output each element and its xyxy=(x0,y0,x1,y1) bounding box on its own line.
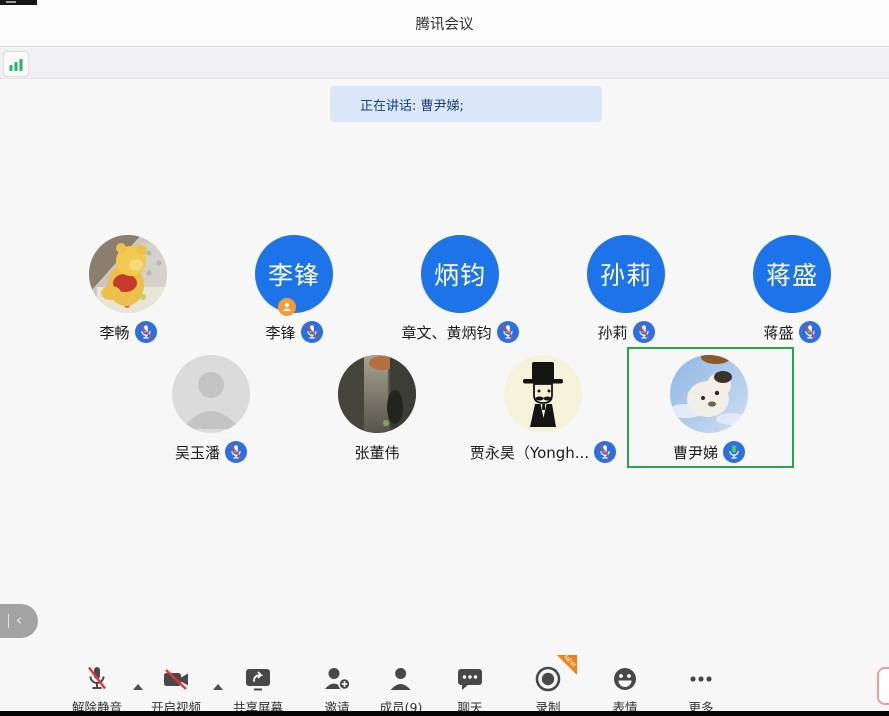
toolbar-unmute-button[interactable]: 解除静音 xyxy=(72,664,122,716)
avatar-initials-text: 炳钧 xyxy=(434,256,486,292)
mic-muted-icon xyxy=(82,664,112,694)
toolbar-invite-button[interactable]: 邀请 xyxy=(322,664,352,716)
toolbar-members-button[interactable]: 成员(9) xyxy=(380,664,423,716)
avatar-photo-pooh xyxy=(89,235,167,313)
toolbar-chat-button[interactable]: 聊天 xyxy=(455,664,485,716)
tencent-meeting-window: 腾讯会议 正在讲话: 曹尹娣; xyxy=(0,0,889,716)
status-bar xyxy=(0,48,889,79)
participant-tile-lichang[interactable]: 李畅 xyxy=(45,235,211,344)
participant-tile-zhangwen-huangbingjun[interactable]: 炳钧 章文、黄炳钧 xyxy=(377,235,543,344)
participant-tile-jiayonghao[interactable]: 贾永昊（Yongh... xyxy=(460,355,626,464)
invite-person-plus-icon xyxy=(322,664,352,694)
participant-name: 贾永昊（Yongh... xyxy=(470,442,589,463)
host-badge-icon xyxy=(278,298,296,316)
mic-muted-icon xyxy=(594,441,616,463)
mic-muted-icon xyxy=(225,441,247,463)
participant-name-row: 蒋盛 xyxy=(763,320,820,344)
toolbar-record-button[interactable]: NEW 录制 xyxy=(533,664,563,716)
participant-name: 吴玉潘 xyxy=(175,442,220,463)
avatar-initials: 李锋 xyxy=(255,235,333,313)
participant-name-row: 贾永昊（Yongh... xyxy=(470,440,616,464)
more-dots-icon xyxy=(686,664,716,694)
speaking-banner: 正在讲话: 曹尹娣; xyxy=(330,86,602,122)
mic-muted-icon xyxy=(135,321,157,343)
toolbar-share-screen-button[interactable]: 共享屏幕 xyxy=(233,664,283,716)
new-badge: NEW xyxy=(553,655,577,679)
bottom-edge-strip xyxy=(0,711,889,716)
avatar-photo-night-street xyxy=(338,355,416,433)
network-signal-icon xyxy=(7,55,25,73)
window-title: 腾讯会议 xyxy=(416,13,474,34)
avatar-initials-text: 孙莉 xyxy=(600,256,652,292)
participant-name: 李畅 xyxy=(99,322,129,343)
participant-tile-wuyupan[interactable]: 吴玉潘 xyxy=(128,355,294,464)
members-person-icon xyxy=(386,664,416,694)
background-window-artifact xyxy=(0,0,37,5)
participant-tile-lifeng[interactable]: 李锋 李锋 xyxy=(211,235,377,344)
avatar-photo-dog-sky xyxy=(670,355,748,433)
unmute-options-caret[interactable] xyxy=(133,684,143,690)
emoji-smiley-icon xyxy=(610,664,640,694)
participant-name-row: 张董伟 xyxy=(354,440,399,464)
participant-tile-caoyindi[interactable]: 曹尹娣 xyxy=(626,355,792,464)
record-circle-icon: NEW xyxy=(533,664,563,694)
participant-name-row: 吴玉潘 xyxy=(175,440,247,464)
share-screen-icon xyxy=(243,664,273,694)
participant-tile-jiangsheng[interactable]: 蒋盛 蒋盛 xyxy=(709,235,875,344)
participant-name: 曹尹娣 xyxy=(673,442,718,463)
network-signal-button[interactable] xyxy=(3,51,29,77)
participant-name: 李锋 xyxy=(265,322,295,343)
avatar-default-silhouette xyxy=(172,355,250,433)
mic-muted-icon xyxy=(301,321,323,343)
avatar-initials-text: 蒋盛 xyxy=(766,256,818,292)
camera-off-icon xyxy=(161,664,191,694)
participant-name-row: 孙莉 xyxy=(597,320,654,344)
participant-tile-zhangdongwei[interactable]: 张董伟 xyxy=(294,355,460,464)
toolbar-emoji-button[interactable]: 表情 xyxy=(610,664,640,716)
avatar-initials: 蒋盛 xyxy=(753,235,831,313)
participant-name: 张董伟 xyxy=(354,442,399,463)
participant-name-row: 章文、黄炳钧 xyxy=(401,320,518,344)
participant-row-2: 吴玉潘 张董伟 xyxy=(128,355,792,464)
titlebar: 腾讯会议 xyxy=(0,0,889,47)
mic-muted-icon xyxy=(497,321,519,343)
participant-row-1: 李畅 李锋 李锋 炳钧 xyxy=(45,235,875,344)
sidebar-collapse-button[interactable]: ‹ xyxy=(0,604,38,638)
chevron-left-icon: ‹ xyxy=(16,611,22,629)
participant-name: 章文、黄炳钧 xyxy=(401,322,491,343)
avatar-initials: 孙莉 xyxy=(587,235,665,313)
avatar-initials-text: 李锋 xyxy=(268,256,320,292)
avatar-cartoon-top-hat xyxy=(504,355,582,433)
chat-bubble-icon xyxy=(455,664,485,694)
avatar-initials: 炳钧 xyxy=(421,235,499,313)
participant-name-row: 李畅 xyxy=(99,320,156,344)
end-meeting-button-partial[interactable] xyxy=(877,667,889,705)
participant-name: 孙莉 xyxy=(597,322,627,343)
mic-muted-icon xyxy=(799,321,821,343)
toolbar-start-video-button[interactable]: 开启视频 xyxy=(151,664,201,716)
participant-tile-sunli[interactable]: 孙莉 孙莉 xyxy=(543,235,709,344)
collapse-bar xyxy=(8,614,9,628)
video-options-caret[interactable] xyxy=(213,684,223,690)
participant-name-row: 李锋 xyxy=(265,320,322,344)
speaking-banner-text: 正在讲话: 曹尹娣; xyxy=(360,95,464,114)
mic-muted-icon xyxy=(633,321,655,343)
participant-name-row: 曹尹娣 xyxy=(673,440,745,464)
mic-active-icon xyxy=(723,441,745,463)
toolbar-more-button[interactable]: 更多 xyxy=(686,664,716,716)
participant-name: 蒋盛 xyxy=(763,322,793,343)
